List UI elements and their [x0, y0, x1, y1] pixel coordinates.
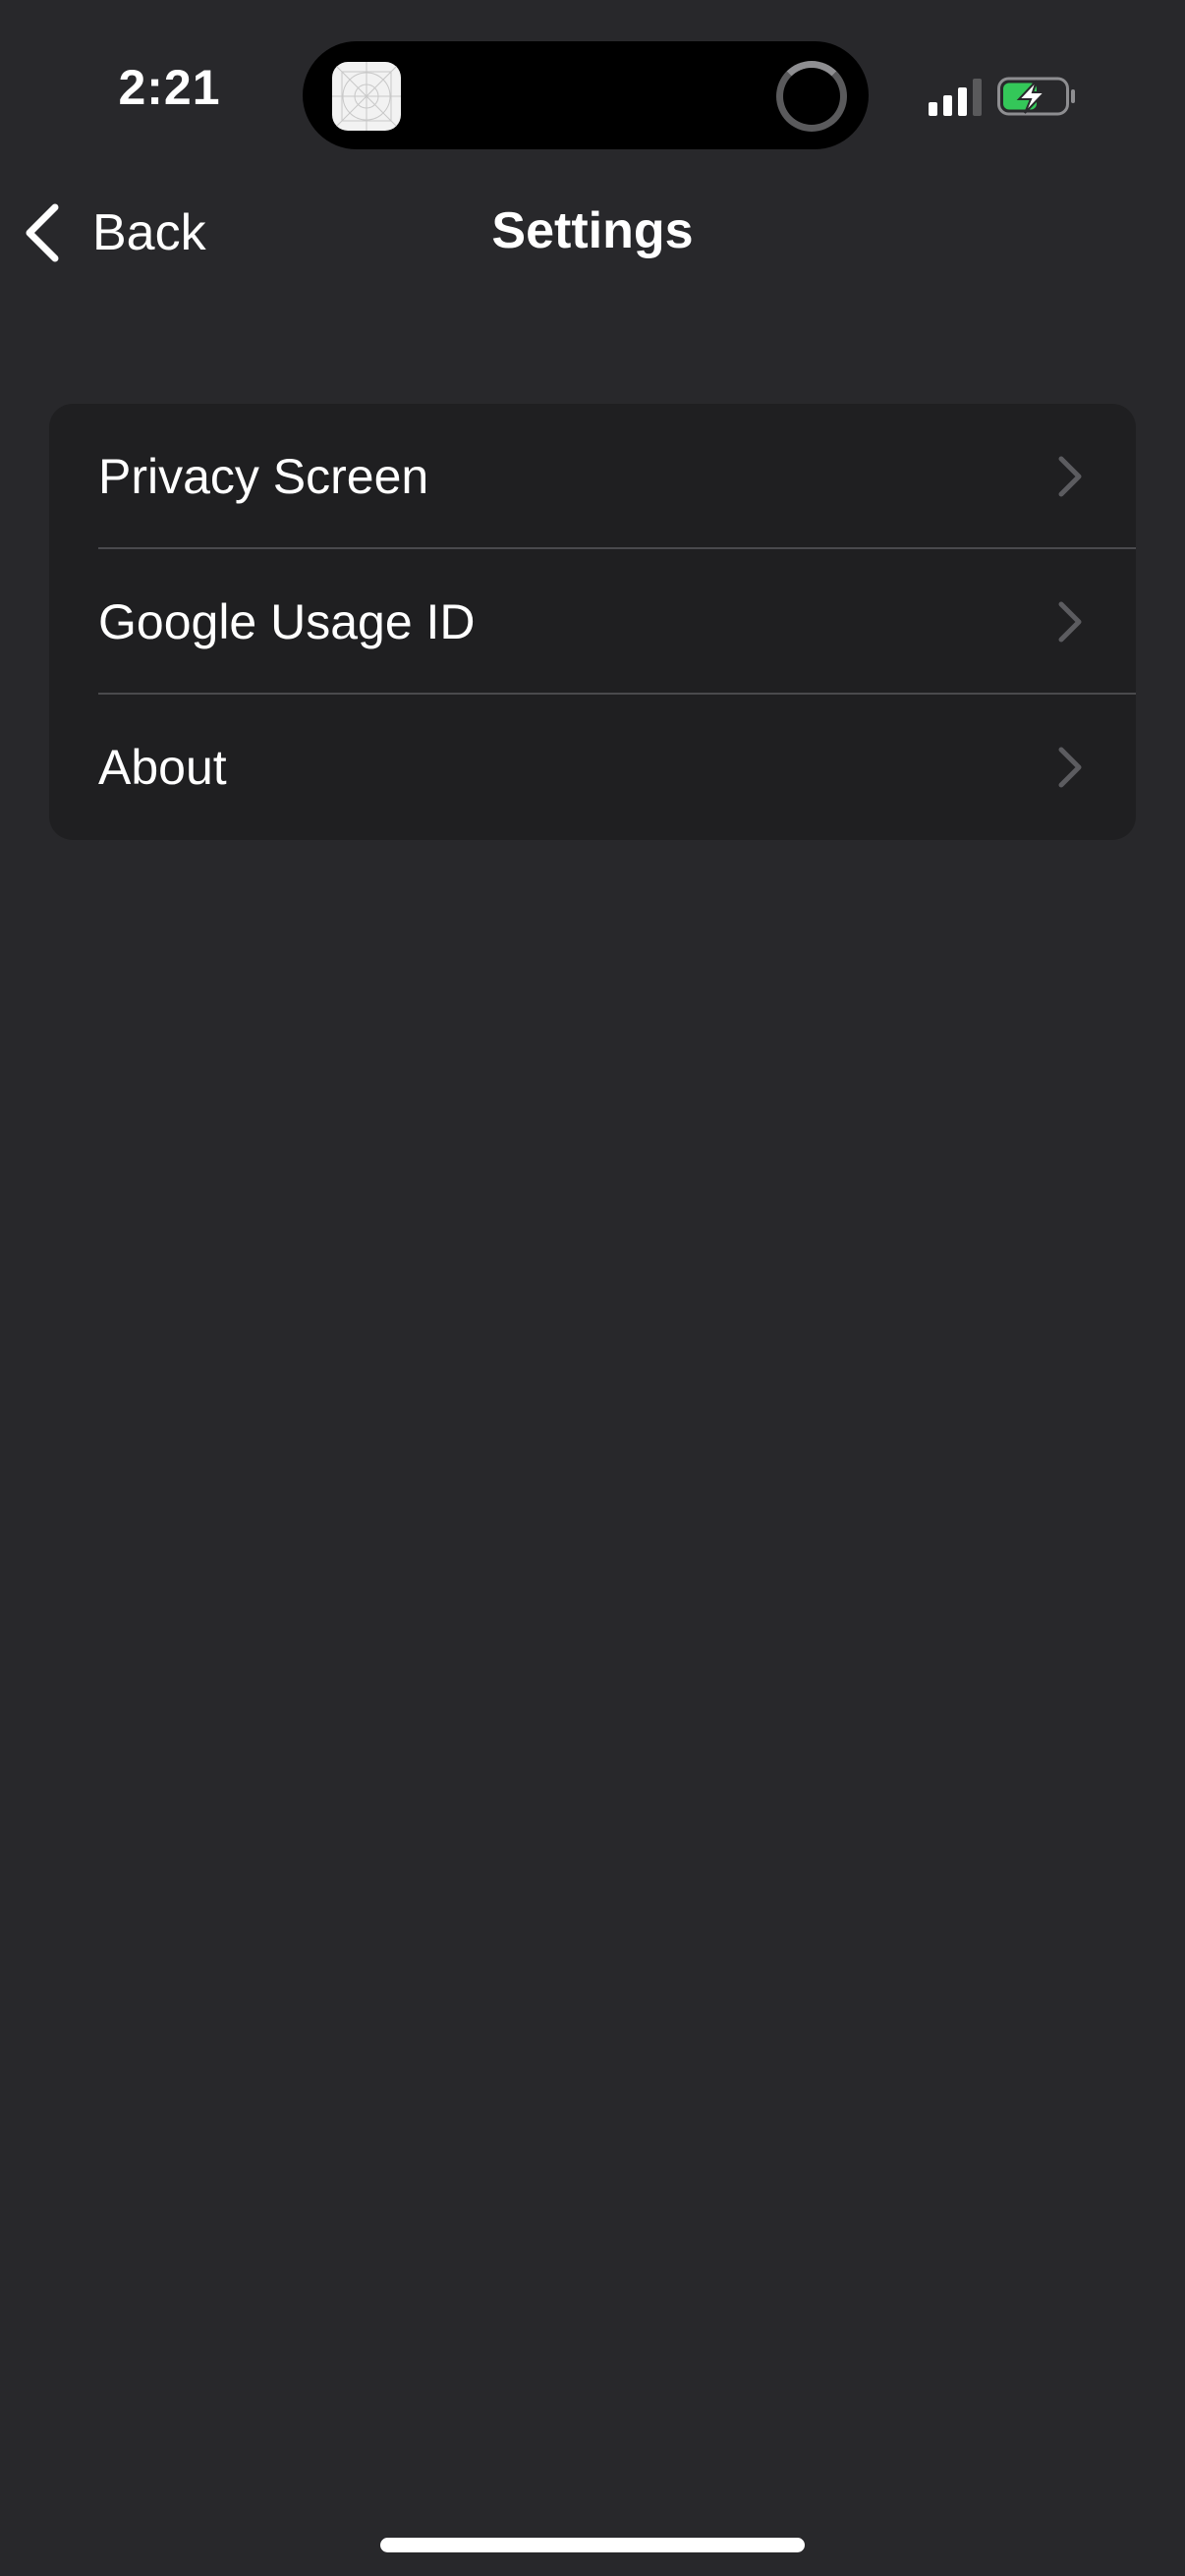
battery-charging-icon — [997, 77, 1075, 116]
settings-list: Privacy Screen Google Usage ID About — [49, 404, 1136, 840]
app-placeholder-icon — [332, 62, 401, 131]
chevron-right-icon — [1058, 747, 1082, 788]
activity-spinner-icon — [776, 61, 847, 132]
dynamic-island — [303, 41, 869, 149]
home-indicator[interactable] — [380, 2538, 805, 2552]
chevron-right-icon — [1058, 601, 1082, 643]
settings-item-label: Privacy Screen — [98, 449, 429, 504]
settings-item-privacy-screen[interactable]: Privacy Screen — [49, 404, 1136, 549]
settings-screen: 2:21 Back Settings Privacy Screen Google… — [0, 0, 1185, 2576]
chevron-right-icon — [1058, 456, 1082, 497]
settings-item-google-usage-id[interactable]: Google Usage ID — [49, 549, 1136, 695]
settings-item-label: About — [98, 740, 227, 795]
page-title: Settings — [491, 202, 694, 259]
settings-item-label: Google Usage ID — [98, 594, 476, 649]
status-time: 2:21 — [118, 60, 221, 115]
cellular-signal-icon — [929, 79, 982, 116]
settings-item-about[interactable]: About — [49, 695, 1136, 840]
